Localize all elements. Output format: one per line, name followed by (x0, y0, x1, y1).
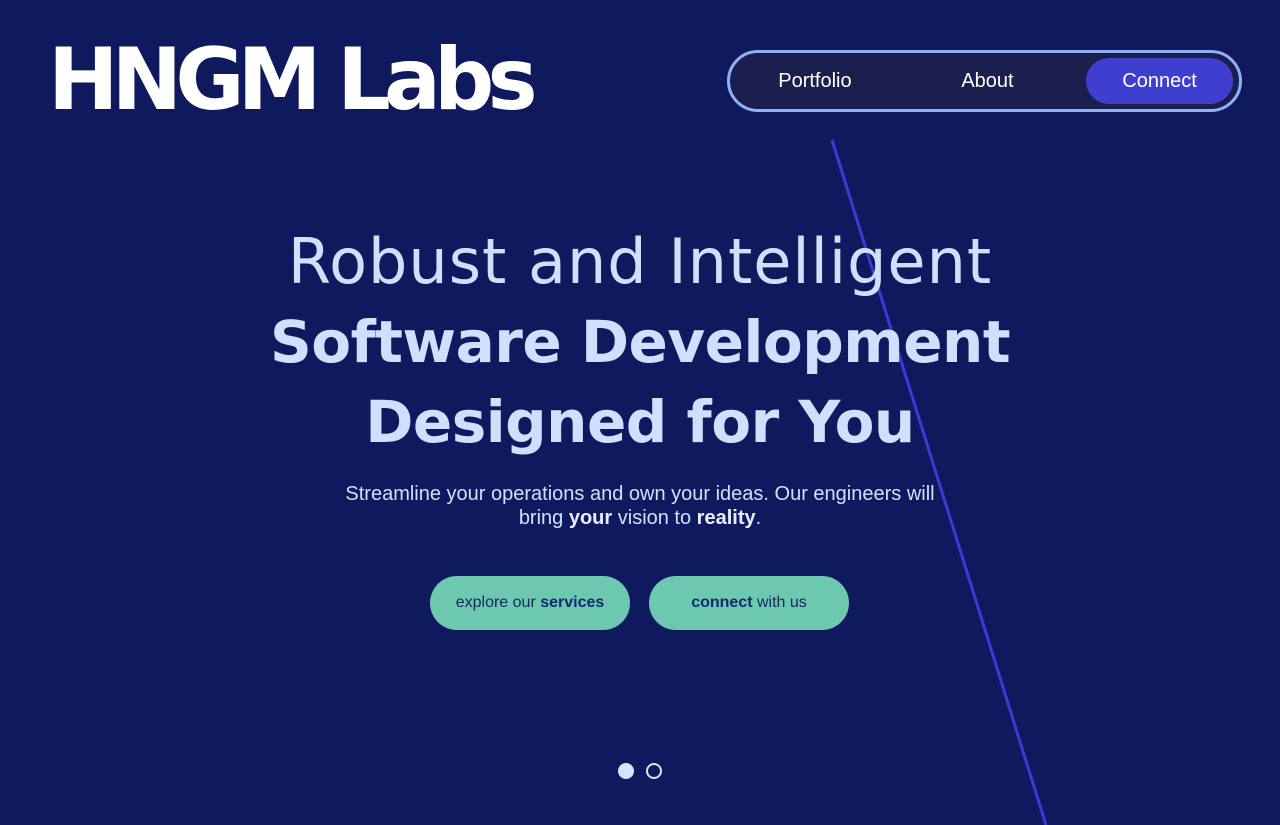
nav-item-portfolio[interactable]: Portfolio (741, 58, 889, 104)
carousel-dot-2[interactable] (646, 763, 662, 779)
connect-button-suffix: with us (752, 594, 807, 611)
landing-page: HNGM Labs Portfolio About Connect Robust… (0, 0, 1280, 825)
hero-line-3: Designed for You (365, 388, 915, 456)
subtitle-text-2: vision to (612, 507, 697, 529)
explore-services-button[interactable]: explore our services (430, 576, 630, 630)
services-button-bold: services (540, 594, 605, 611)
subtitle-emphasis-reality: reality (696, 507, 756, 529)
carousel-indicators (618, 763, 662, 779)
carousel-dot-1[interactable] (618, 763, 634, 779)
hero-subtitle: Streamline your operations and own your … (340, 482, 940, 530)
hero-line-1: Robust and Intelligent (287, 225, 993, 298)
services-button-prefix: explore our (455, 594, 541, 611)
subtitle-text-3: . (755, 507, 762, 529)
connect-button-bold: connect (691, 594, 753, 611)
nav-item-connect[interactable]: Connect (1086, 58, 1233, 104)
subtitle-emphasis-your: your (568, 507, 613, 529)
main-nav: Portfolio About Connect (727, 50, 1242, 112)
hero-line-2: Software Development (269, 308, 1011, 376)
hero-heading: Robust and Intelligent Software Developm… (0, 222, 1280, 462)
brand-logo[interactable]: HNGM Labs (48, 30, 538, 130)
nav-item-about[interactable]: About (889, 58, 1086, 104)
connect-with-us-button[interactable]: connect with us (649, 576, 849, 630)
